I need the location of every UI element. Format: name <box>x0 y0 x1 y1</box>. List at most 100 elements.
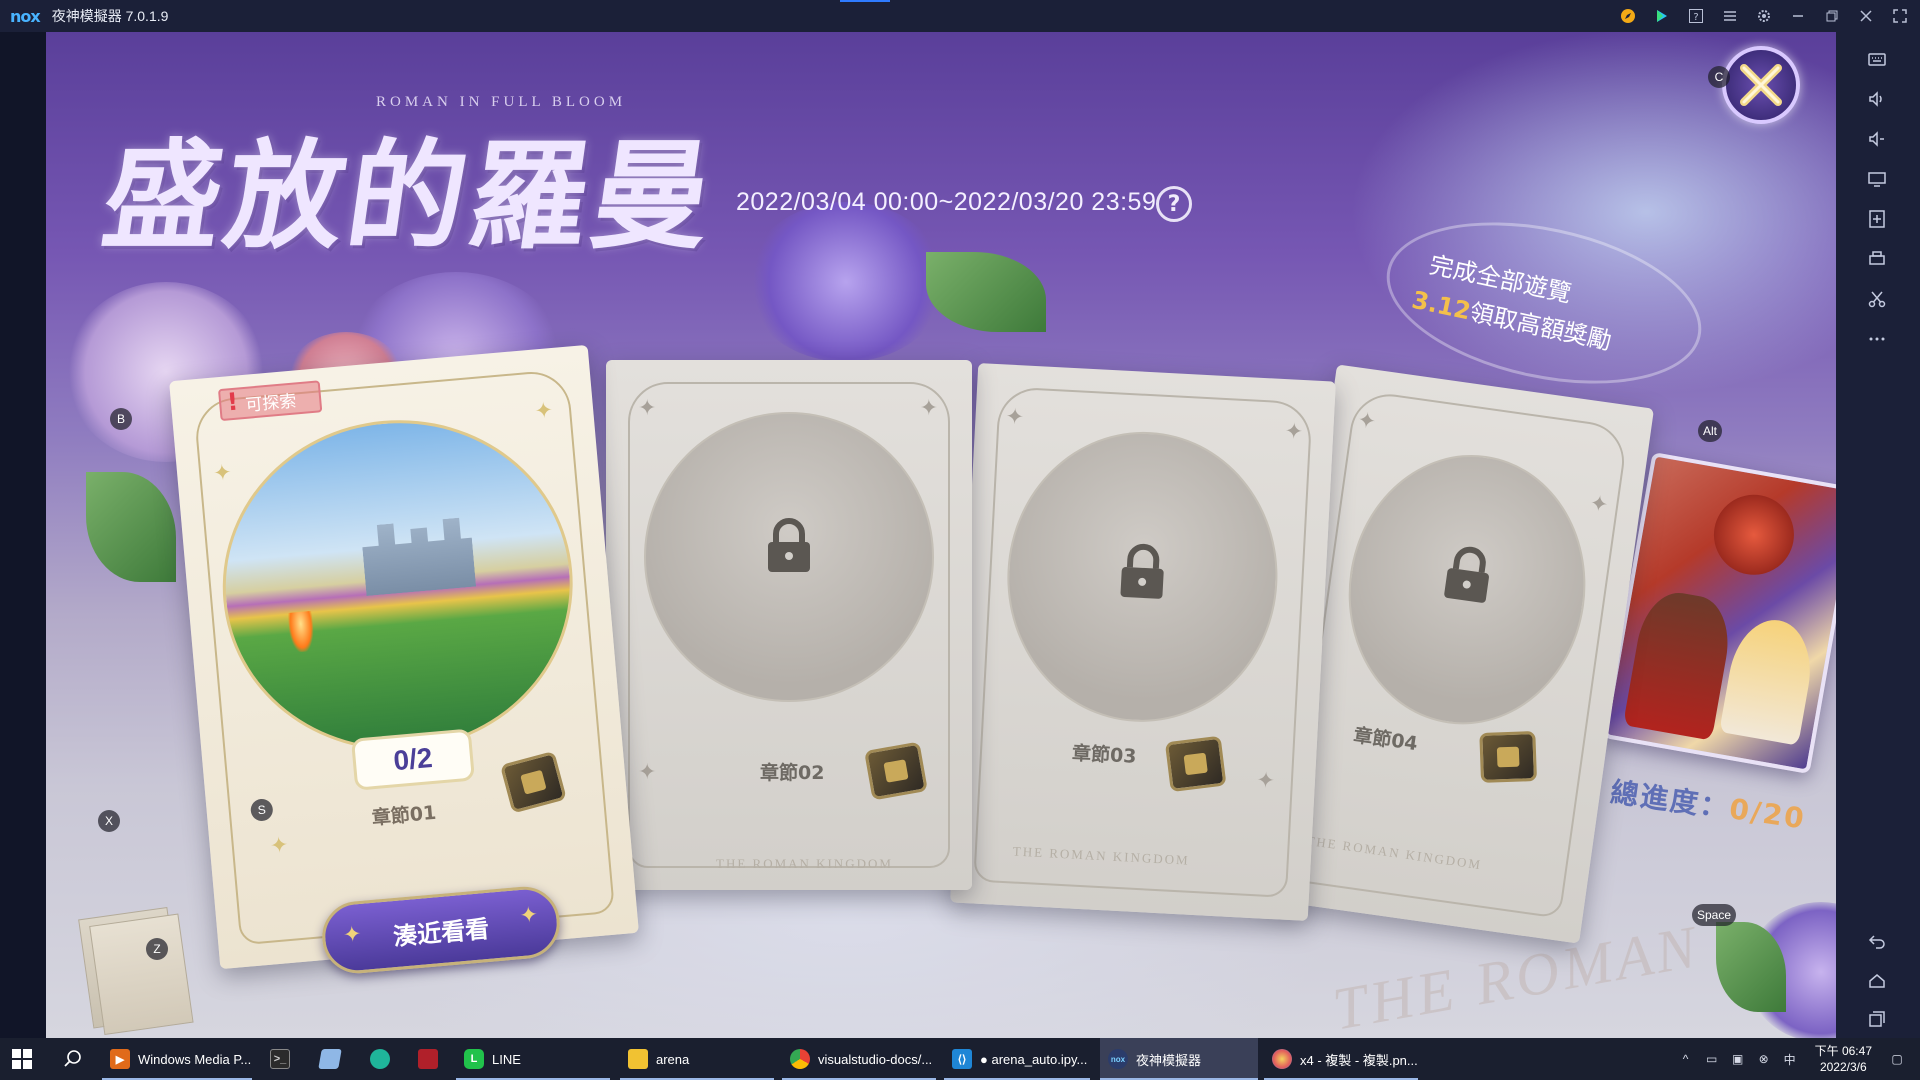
system-tray: ^ ▭ ▣ ⊗ 中 下午 06:47 2022/3/6 ▢ <box>1677 1038 1920 1080</box>
more-icon[interactable] <box>1864 326 1890 352</box>
vscode-icon: ⟨⟩ <box>952 1049 972 1069</box>
taskbar-app-folder[interactable]: arena <box>620 1038 774 1080</box>
fullscreen-icon[interactable] <box>1892 8 1908 24</box>
hero-portrait <box>1622 587 1736 741</box>
chapter-card-01[interactable]: ! 可探索 ✦ ✦ ✦ 0/2 章節01 S <box>169 344 639 970</box>
leaf-decoration <box>926 252 1046 332</box>
notepad-icon <box>318 1049 342 1069</box>
volume-up-icon[interactable] <box>1864 86 1890 112</box>
torch-illustration <box>287 610 316 653</box>
chevron-up-icon[interactable]: ^ <box>1677 1050 1695 1068</box>
taskbar-app-terminal[interactable]: >_ <box>262 1038 304 1080</box>
taskbar-app-browser[interactable] <box>362 1038 404 1080</box>
explorable-badge-label: 可探索 <box>244 390 298 416</box>
chapter-progress: 0/2 <box>350 728 476 791</box>
sparkle-icon: ✦ <box>212 460 233 487</box>
emulator-titlebar: nox 夜神模擬器 7.0.1.9 ? <box>0 0 1920 32</box>
svg-text:?: ? <box>1693 12 1698 23</box>
input-method-icon[interactable]: 中 <box>1781 1050 1799 1068</box>
sparkle-icon: ✦ <box>1588 490 1610 519</box>
network-icon[interactable]: ▣ <box>1729 1050 1747 1068</box>
taskbar-app-chrome[interactable]: visualstudio-docs/... <box>782 1038 936 1080</box>
hero-portrait <box>1719 613 1819 746</box>
home-icon[interactable] <box>1864 968 1890 994</box>
taskbar-app-media-player[interactable]: ▶ Windows Media P... <box>102 1038 252 1080</box>
sparkle-icon: ✦ <box>1004 404 1025 431</box>
windows-taskbar: ▶ Windows Media P... >_ L LINE arena vis… <box>0 1038 1920 1080</box>
taskbar-app-label: ● arena_auto.ipy... <box>980 1051 1088 1067</box>
taskbar-app-paint[interactable]: x4 - 複製 - 複製.pn... <box>1264 1038 1418 1080</box>
taskbar-app-label: Windows Media P... <box>138 1051 252 1067</box>
taskbar-app-label: arena <box>656 1051 690 1067</box>
alert-icon: ! <box>225 387 240 417</box>
key-hint-close: C <box>1708 66 1730 88</box>
add-apk-icon[interactable] <box>1864 206 1890 232</box>
sparkle-icon: ✦ <box>638 760 657 785</box>
taskbar-app-vscode[interactable]: ⟨⟩ ● arena_auto.ipy... <box>944 1038 1090 1080</box>
settings-icon[interactable] <box>1756 8 1772 24</box>
sparkle-icon: ✦ <box>1255 768 1276 795</box>
restore-icon[interactable] <box>1824 8 1840 24</box>
media-player-icon: ▶ <box>110 1049 130 1069</box>
total-progress-label: 總進度： <box>1608 775 1732 825</box>
treasure-chest-icon <box>1164 735 1227 793</box>
letter-paper <box>89 913 194 1036</box>
screen-icon[interactable] <box>1864 166 1890 192</box>
volume-down-icon[interactable] <box>1864 126 1890 152</box>
taskbar-app-game[interactable] <box>410 1038 452 1080</box>
taskbar-app-nox[interactable]: nox 夜神模擬器 <box>1100 1038 1258 1080</box>
system-clock[interactable]: 下午 06:47 2022/3/6 <box>1815 1043 1872 1075</box>
taskbar-app-label: visualstudio-docs/... <box>818 1051 933 1067</box>
clock-time: 下午 06:47 <box>1814 1044 1872 1058</box>
nox-logo: nox <box>10 6 41 26</box>
key-hint-card: B <box>110 408 132 430</box>
scissors-icon[interactable] <box>1864 286 1890 312</box>
globe-icon <box>370 1049 390 1069</box>
chrome-icon <box>790 1049 810 1069</box>
play-store-icon[interactable] <box>1654 8 1670 24</box>
emulator-sidebar <box>1836 32 1920 1038</box>
treasure-chest-icon <box>864 741 928 801</box>
key-hint-hero: Alt <box>1698 420 1723 442</box>
back-icon[interactable] <box>1864 928 1890 954</box>
line-icon: L <box>464 1049 484 1069</box>
letters-stack[interactable] <box>78 906 194 1038</box>
key-hint-letters: Z <box>146 938 168 960</box>
taskbar-app-label: LINE <box>492 1051 521 1067</box>
sparkle-icon: ✦ <box>1284 419 1304 446</box>
menu-icon[interactable] <box>1722 8 1738 24</box>
treasure-chest-icon <box>1479 731 1538 783</box>
close-icon[interactable] <box>1858 8 1874 24</box>
rose-decoration <box>746 202 946 362</box>
total-progress: 總進度：0/20 <box>1608 771 1808 838</box>
key-hint-approach: X <box>98 810 120 832</box>
notifications-icon[interactable]: ▢ <box>1888 1050 1906 1068</box>
key-hint-space: Space <box>1692 904 1737 926</box>
compass-icon[interactable] <box>1620 8 1636 24</box>
game-screen[interactable]: ROMAN IN FULL BLOOM 盛放的羅曼 2022/03/04 00:… <box>46 32 1836 1038</box>
chapter-card-03[interactable]: ✦ ✦ ✦ 章節03 THE ROMAN KINGDOM <box>950 363 1336 921</box>
terminal-icon: >_ <box>270 1049 290 1069</box>
chapter-label: 章節01 <box>370 801 438 830</box>
keyboard-icon[interactable] <box>1864 46 1890 72</box>
recent-apps-icon[interactable] <box>1864 1006 1890 1032</box>
event-close-button[interactable] <box>1722 46 1800 124</box>
chapter-card-02[interactable]: ✦ ✦ ✦ 章節02 THE ROMAN KINGDOM <box>606 360 972 890</box>
printer-icon[interactable] <box>1864 246 1890 272</box>
taskbar-app-notepad[interactable] <box>312 1038 354 1080</box>
taskbar-app-line[interactable]: L LINE <box>456 1038 610 1080</box>
castle-illustration <box>360 517 476 596</box>
taskbar-app-label: 夜神模擬器 <box>1136 1052 1202 1068</box>
close-x-icon <box>1740 64 1782 106</box>
minimize-icon[interactable] <box>1790 8 1806 24</box>
event-help-button[interactable]: ? <box>1156 186 1192 222</box>
loading-indicator <box>840 0 890 2</box>
volume-muted-icon[interactable]: ⊗ <box>1755 1050 1773 1068</box>
search-icon[interactable] <box>62 1048 84 1070</box>
battery-icon[interactable]: ▭ <box>1703 1050 1721 1068</box>
lock-icon <box>1444 546 1489 603</box>
clock-date: 2022/3/6 <box>1819 1060 1867 1074</box>
windows-start-icon[interactable] <box>12 1049 32 1069</box>
help-icon[interactable]: ? <box>1688 8 1704 24</box>
sparkle-icon: ✦ <box>638 396 657 421</box>
